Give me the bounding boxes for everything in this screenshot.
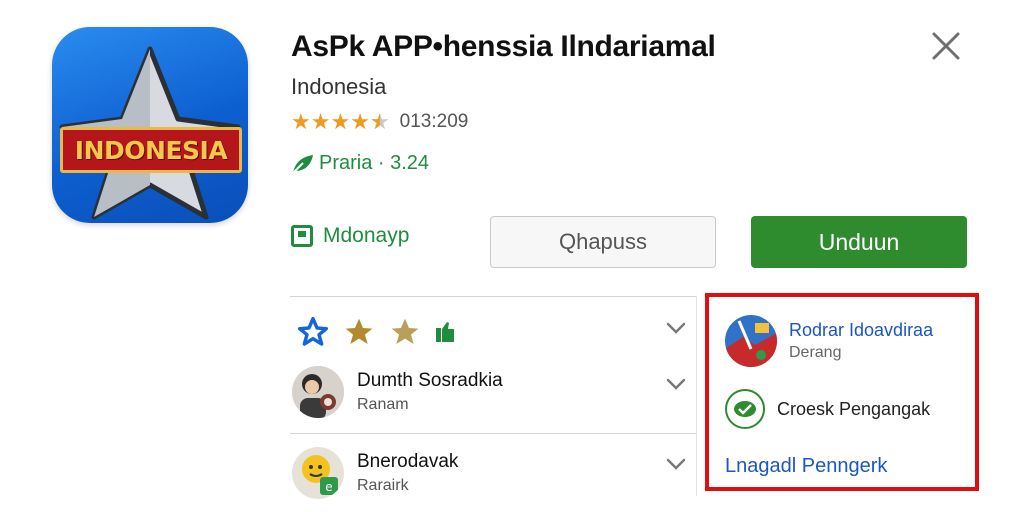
review-filter-row[interactable]	[296, 316, 456, 348]
chevron-down-icon[interactable]	[666, 458, 686, 470]
avatar-image: e	[292, 447, 344, 499]
checkmark-icon	[734, 401, 756, 417]
app-title: AsPk APP•henssia Ilndariamal	[291, 30, 716, 63]
install-button[interactable]: Unduun	[751, 216, 967, 268]
divider	[290, 433, 696, 434]
thumbs-up-icon	[436, 322, 454, 342]
vertical-divider	[696, 296, 697, 496]
star-logo-icon	[59, 46, 241, 220]
map-thumbnail-icon	[725, 315, 777, 367]
rating-count: 013:209	[399, 111, 469, 132]
star-full-icon: ★	[330, 109, 351, 134]
price-row: Praria · 3.24	[291, 152, 429, 175]
highlight-panel: Rodrar Idoavdiraa Derang Croesk Penganga…	[705, 293, 979, 491]
developer-link[interactable]: Mdonayp	[291, 224, 409, 248]
panel-link[interactable]: Lnagadl Penngerk	[725, 455, 887, 478]
chevron-down-icon[interactable]	[666, 378, 686, 390]
review-item[interactable]: e Bnerodavak Rarairk	[292, 447, 458, 499]
star-full-icon: ★	[310, 109, 331, 134]
developer-icon	[291, 225, 313, 247]
reviewer-meta: Ranam	[357, 396, 409, 413]
app-icon-banner-text: INDONESIA	[74, 135, 228, 165]
chevron-down-icon[interactable]	[666, 322, 686, 334]
panel-item-thumbnail	[725, 315, 777, 367]
svg-text:e: e	[325, 480, 332, 494]
app-icon-banner: INDONESIA	[60, 127, 242, 173]
reviewer-name: Dumth Sosradkia	[357, 370, 503, 391]
review-item[interactable]: Dumth Sosradkia Ranam	[292, 366, 503, 418]
avatar-image	[292, 366, 344, 418]
star-outline-blue-icon	[297, 316, 329, 346]
app-icon: INDONESIA	[52, 27, 248, 223]
avatar	[292, 366, 344, 418]
panel-item-1-title: Rodrar Idoavdiraa	[789, 320, 934, 340]
panel-item-1-subtitle: Derang	[789, 344, 842, 361]
leaf-icon	[292, 154, 313, 174]
panel-item-2[interactable]: Croesk Pengangak	[725, 389, 930, 429]
developer-label: Mdonayp	[323, 224, 410, 247]
reviewer-meta: Rarairk	[357, 477, 409, 494]
rating-row: ★ ★ ★ ★ ★★ 013:209	[291, 110, 468, 134]
check-badge-icon	[725, 389, 765, 429]
avatar: e	[292, 447, 344, 499]
close-button[interactable]	[930, 30, 962, 62]
app-subtitle: Indonesia	[291, 74, 387, 99]
divider	[290, 296, 696, 297]
star-full-icon: ★	[350, 109, 370, 134]
panel-item-2-title: Croesk Pengangak	[777, 398, 931, 419]
panel-item-1[interactable]: Rodrar Idoavdiraa Derang	[725, 315, 933, 367]
star-full-icon: ★	[291, 109, 311, 134]
star-gold-icon	[391, 318, 419, 344]
reviewer-name: Bnerodavak	[357, 451, 459, 472]
close-icon	[932, 32, 960, 60]
price-label: Praria · 3.24	[319, 152, 430, 174]
star-gold-icon	[345, 318, 373, 344]
secondary-button[interactable]: Qhapuss	[490, 216, 716, 268]
star-half-icon: ★★	[369, 109, 390, 134]
